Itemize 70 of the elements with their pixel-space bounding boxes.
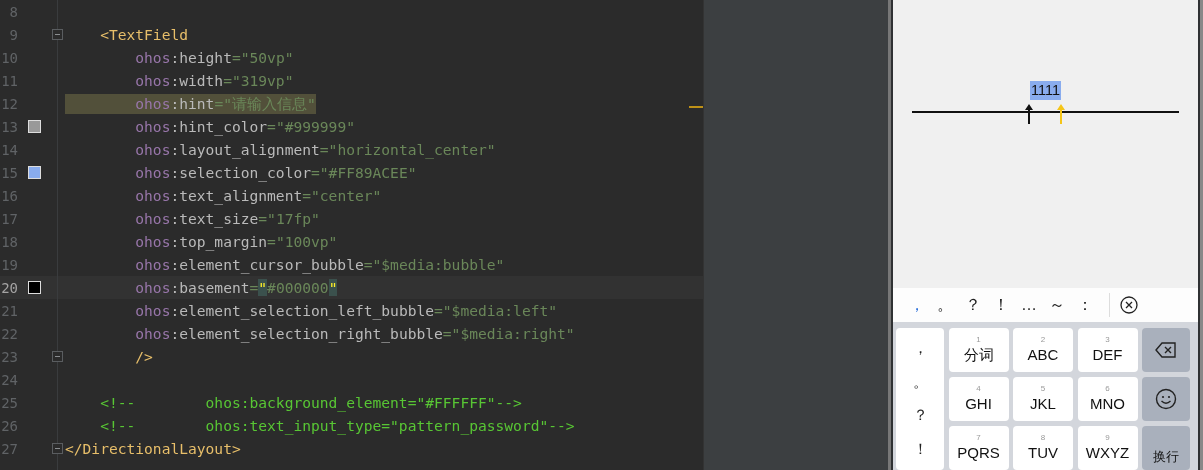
keyboard-key[interactable]: 1 分词 <box>948 328 1009 372</box>
color-swatch[interactable] <box>27 166 41 179</box>
keyboard-key[interactable]: 8 TUV <box>1013 426 1073 470</box>
code-line: <!-- ohos:background_element="#FFFFFF"--> <box>99 392 522 413</box>
candidate-item[interactable]: ～ <box>1043 294 1071 316</box>
keyboard-key[interactable]: 9 WXYZ <box>1077 426 1138 470</box>
line-number: 21 <box>0 302 18 319</box>
candidate-item[interactable]: ： <box>1071 294 1099 316</box>
punctuation-key[interactable]: ， 。 ？ ！ <box>896 328 944 470</box>
enter-key[interactable]: 换行 <box>1142 426 1190 470</box>
fold-icon[interactable] <box>52 443 63 454</box>
fold-icon[interactable] <box>52 29 63 40</box>
candidate-item[interactable]: … <box>1015 296 1043 314</box>
code-line: <TextField <box>99 24 188 45</box>
line-number: 9 <box>8 26 18 43</box>
code-line: ohos:top_margin="100vp" <box>134 231 338 252</box>
code-line: <!-- ohos:text_input_type="pattern_password"--> <box>99 415 575 436</box>
line-number: 17 <box>0 210 18 227</box>
color-swatch[interactable] <box>27 120 41 133</box>
keyboard-key[interactable]: 7 PQRS <box>948 426 1009 470</box>
code-line: ohos:width="319vp" <box>134 70 294 91</box>
code-line: ohos:text_alignment="center" <box>134 185 382 206</box>
line-number: 15 <box>0 164 18 181</box>
color-swatch[interactable] <box>27 281 41 294</box>
code-editor[interactable] <box>0 0 704 470</box>
code-line: /> <box>134 346 153 367</box>
candidate-item[interactable]: ！ <box>987 294 1015 316</box>
backspace-icon <box>1155 342 1177 358</box>
line-number: 8 <box>8 3 18 20</box>
line-number: 11 <box>0 72 18 89</box>
keyboard-key[interactable]: 6 MNO <box>1077 377 1138 421</box>
line-number: 16 <box>0 187 18 204</box>
line-number: 18 <box>0 233 18 250</box>
text-field[interactable]: 1111 <box>912 81 1179 125</box>
line-number: 25 <box>0 394 18 411</box>
line-number: 24 <box>0 371 18 388</box>
line-number: 12 <box>0 95 18 112</box>
code-line: ohos:selection_color="#FF89ACEE" <box>134 162 417 183</box>
emoji-key[interactable] <box>1142 377 1190 421</box>
code-line: ohos:hint_color="#999999" <box>134 116 355 137</box>
line-number: 13 <box>0 118 18 135</box>
line-number: 20 <box>0 279 18 296</box>
smiley-icon <box>1155 388 1177 410</box>
line-number: 23 <box>0 348 18 365</box>
keyboard-key[interactable]: 5 JKL <box>1013 377 1073 421</box>
code-line: ohos:height="50vp" <box>134 47 294 68</box>
code-line: ohos:basement="#000000" <box>134 277 338 298</box>
backspace-key[interactable] <box>1142 328 1190 372</box>
keyboard-key[interactable]: 2 ABC <box>1013 328 1073 372</box>
cursor-handle-icon[interactable] <box>1057 104 1065 124</box>
code-line: </DirectionalLayout> <box>65 438 241 459</box>
line-number: 10 <box>0 49 18 66</box>
cursor-handle-icon[interactable] <box>1025 104 1033 124</box>
close-icon[interactable] <box>1120 296 1138 314</box>
code-line: ohos:element_selection_left_bubble="$media:left" <box>134 300 558 321</box>
candidate-item[interactable]: 。 <box>931 294 959 316</box>
line-number: 22 <box>0 325 18 342</box>
code-line: ohos:layout_alignment="horizontal_center" <box>134 139 496 160</box>
candidate-item[interactable]: ？ <box>959 294 987 316</box>
line-number: 14 <box>0 141 18 158</box>
candidate-item[interactable]: ， <box>903 294 931 316</box>
code-line: ohos:element_cursor_bubble="$media:bubble" <box>134 254 505 275</box>
code-line: ohos:element_selection_right_bubble="$media:right" <box>134 323 575 344</box>
line-number: 26 <box>0 417 18 434</box>
line-number: 27 <box>0 440 18 457</box>
keyboard-key[interactable]: 4 GHI <box>948 377 1009 421</box>
line-number: 19 <box>0 256 18 273</box>
code-line: ohos:text_size="17fp" <box>134 208 320 229</box>
keyboard-key[interactable]: 3 DEF <box>1077 328 1138 372</box>
fold-icon[interactable] <box>52 351 63 362</box>
